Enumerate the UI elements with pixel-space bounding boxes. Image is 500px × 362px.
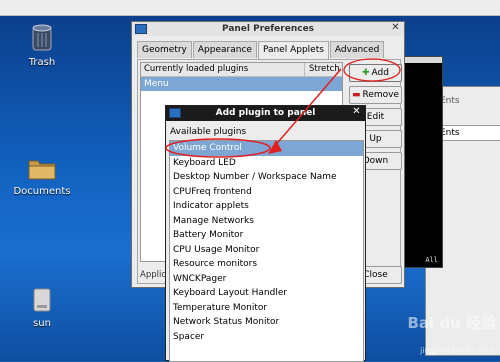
watermark-url: jingyan.baidu.com [420,346,494,355]
window-title: Panel Preferences [221,24,315,34]
window-app-icon [135,24,147,34]
plugin-list-item[interactable]: Resource monitors [170,257,363,272]
tab-geometry[interactable]: Geometry [137,41,192,58]
plugin-list-item[interactable]: Temperature Monitor [170,301,363,316]
plugin-list-item[interactable]: Manage Networks [170,214,363,229]
available-plugins-label: Available plugins [170,127,247,137]
add-plugin-dialog: Add plugin to panel ✕ Available plugins … [165,105,366,362]
folder-icon [28,160,56,180]
tab-advanced[interactable]: Advanced [329,41,385,58]
drive-icon [33,288,51,312]
dialog-title: Add plugin to panel [215,108,316,118]
plugin-list-item[interactable]: Desktop Number / Workspace Name [170,170,363,185]
list-header: Currently loaded plugins Stretch [141,63,342,77]
column-header-plugins[interactable]: Currently loaded plugins [141,63,304,76]
terminal-text: All [425,256,438,264]
desktop-icon-trash[interactable]: Trash [7,24,77,68]
trash-icon [32,24,52,51]
plugin-list-item[interactable]: Network Status Monitor [170,315,363,330]
close-icon[interactable]: ✕ [351,107,362,118]
close-button-label: Close [363,270,388,280]
plus-icon: ✚ [362,68,370,78]
plugin-list-item[interactable]: Spacer [170,330,363,345]
plugin-list-item[interactable]: CPU Usage Monitor [170,243,363,258]
plugin-list-item[interactable]: WNCKPager [170,272,363,287]
window-app-icon [169,108,181,118]
desktop-icon-documents[interactable]: Documents [7,157,77,197]
available-plugins-list[interactable]: Volume Control Keyboard LED Desktop Number… [169,140,364,362]
desktop-icon-sun[interactable]: sun [7,287,77,329]
background-window-field[interactable]: Ents [436,125,500,141]
list-item[interactable]: Menu [141,77,342,91]
down-button-label: Down [362,156,389,166]
add-button-label: Add [371,68,389,78]
close-icon[interactable]: ✕ [390,23,401,34]
watermark-logo: Bai du 经验 [407,314,496,332]
remove-button-label: Remove [362,90,400,100]
plugin-list-item[interactable]: Indicator applets [170,199,363,214]
remove-button[interactable]: ▬ Remove [349,86,402,104]
tab-bar: Geometry Appearance Panel Applets Advanc… [137,41,385,59]
up-button-label: Up [369,134,382,144]
desktop-icon-label: sun [33,318,51,329]
plugin-list-item[interactable]: Volume Control [170,141,363,156]
tab-appearance[interactable]: Appearance [192,41,257,58]
desktop-icon-label: Trash [28,57,56,68]
minus-icon: ▬ [351,90,361,100]
top-strip [0,0,500,16]
plugin-list-item[interactable]: Keyboard LED [170,156,363,171]
plugin-list-item[interactable]: Battery Monitor [170,228,363,243]
add-plugin-titlebar[interactable]: Add plugin to panel ✕ [166,106,365,121]
column-header-stretch[interactable]: Stretch [304,63,342,76]
plugin-list-item[interactable]: Keyboard Layout Handler [170,286,363,301]
panel-preferences-titlebar[interactable]: Panel Preferences ✕ [132,22,404,36]
tab-panel-applets[interactable]: Panel Applets [257,41,329,59]
plugin-list-item[interactable]: CPUFreq frontend [170,185,363,200]
add-button[interactable]: ✚ Add [349,64,402,82]
edit-button-label: Edit [366,112,385,122]
desktop-icon-label: Documents [13,186,71,197]
